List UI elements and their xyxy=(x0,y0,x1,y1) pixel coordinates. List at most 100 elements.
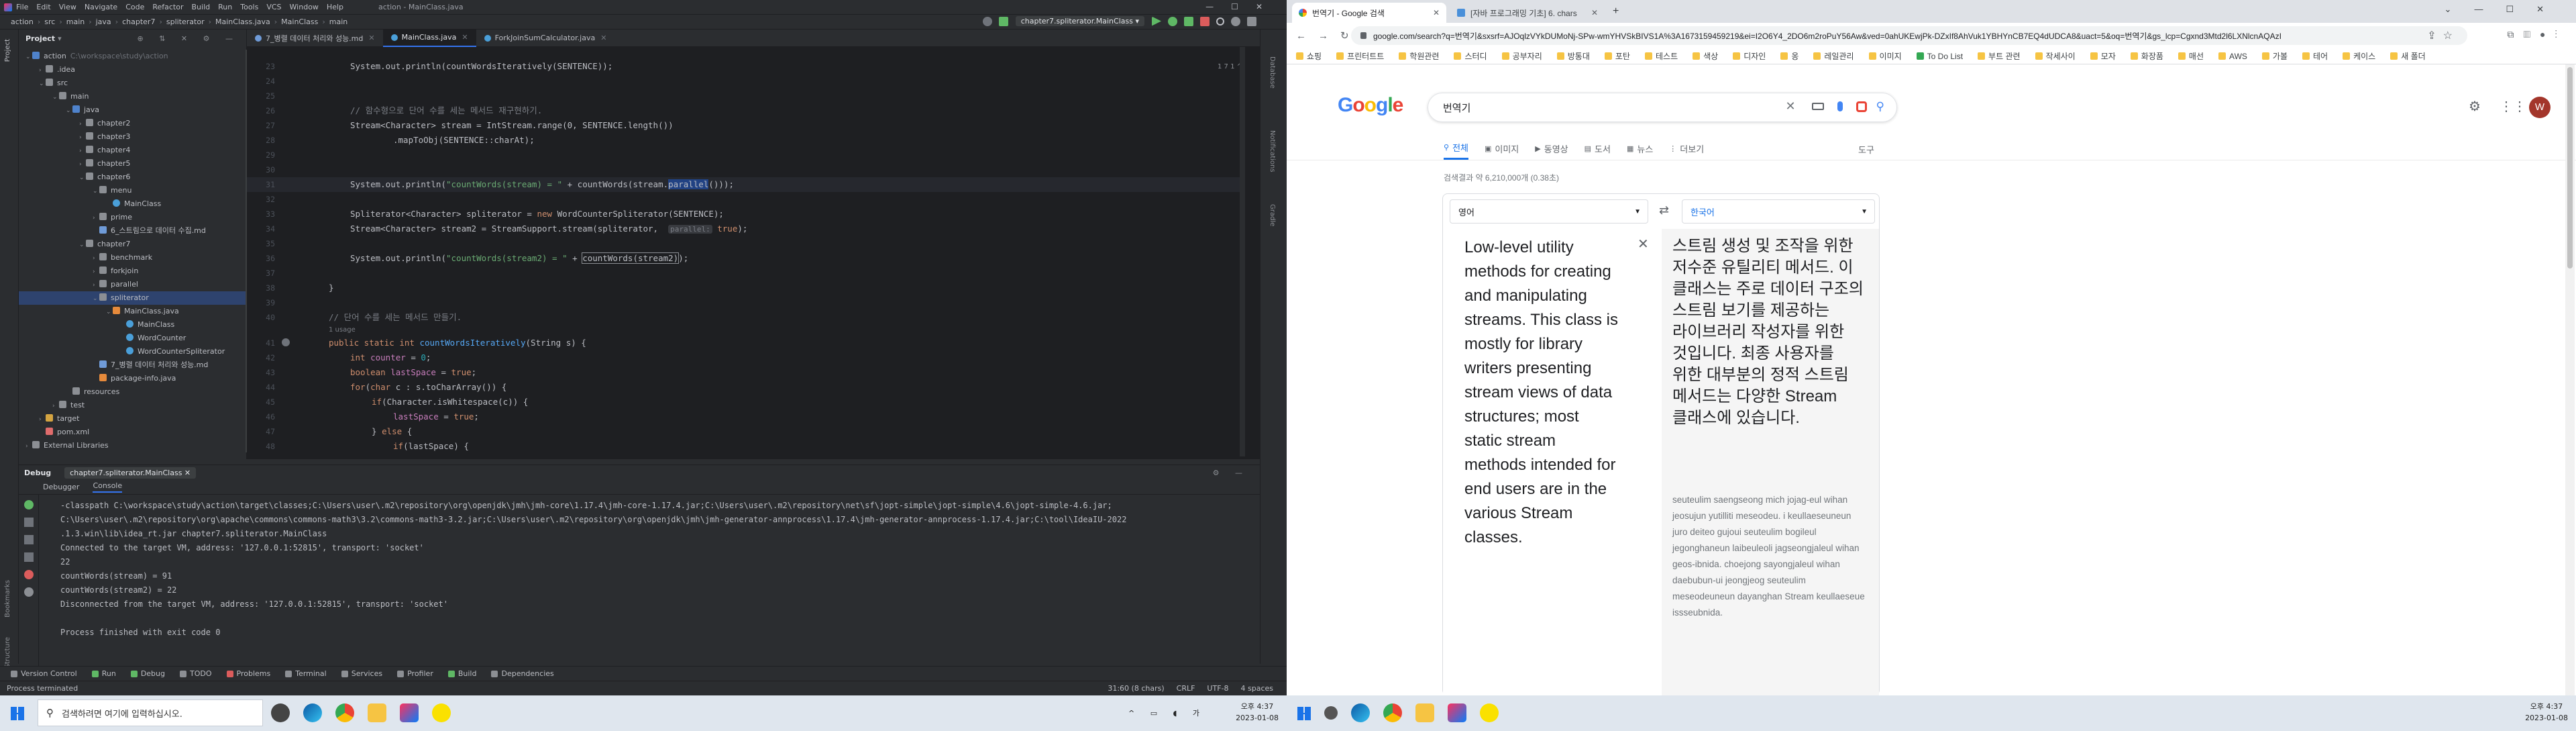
breadcrumb-item[interactable]: chapter7 xyxy=(122,17,155,26)
bookmark-item[interactable]: 스터디 xyxy=(1454,50,1487,62)
tree-item[interactable]: › .idea xyxy=(19,63,247,77)
pause-icon[interactable] xyxy=(24,552,34,562)
tree-item[interactable]: 7_병렬 데이터 처리와 성능.md xyxy=(19,358,247,372)
tool-window-profiler[interactable]: Profiler xyxy=(397,669,433,678)
explorer-icon[interactable] xyxy=(368,703,386,722)
search-tab[interactable]: ⋮ 더보기 xyxy=(1669,137,1704,160)
tree-item[interactable]: ⌄ chapter6 xyxy=(19,170,247,184)
bookmark-item[interactable]: 옹 xyxy=(1780,50,1799,62)
run-config-select[interactable]: chapter7.spliterator.MainClass ▾ xyxy=(1015,16,1144,26)
clock-left[interactable]: 오후 4:37 2023-01-08 xyxy=(1236,701,1279,724)
menu-navigate[interactable]: Navigate xyxy=(85,3,117,11)
status-item[interactable]: UTF-8 xyxy=(1207,684,1228,693)
editor-tab[interactable]: MainClass.java ✕ xyxy=(382,29,476,47)
tray-icons[interactable]: ^ ▭ ◖ 가 xyxy=(1128,708,1206,718)
mute-breakpoints-icon[interactable] xyxy=(24,587,34,597)
code-view[interactable]: 23 System.out.println(countWordsIterative… xyxy=(247,59,1260,459)
tree-item[interactable]: 6_스트림으로 데이터 수집.md xyxy=(19,224,247,238)
bookmark-item[interactable]: 쇼핑 xyxy=(1296,50,1322,62)
tool-window-todo[interactable]: TODO xyxy=(180,669,212,678)
tree-item[interactable]: › test xyxy=(19,399,247,412)
extensions-icon[interactable]: ⧉ xyxy=(2507,29,2523,40)
notifications-side-tab[interactable]: Notifications xyxy=(1269,130,1276,173)
chevron-right-icon[interactable]: › xyxy=(93,265,99,279)
breadcrumb-item[interactable]: MainClass.java xyxy=(215,17,270,26)
close-window-button[interactable]: ✕ xyxy=(1256,2,1280,11)
bookmark-item[interactable]: 케이스 xyxy=(2343,50,2375,62)
keyboard-icon[interactable] xyxy=(1811,103,1824,110)
breakpoints-icon[interactable] xyxy=(24,570,34,579)
close-window-button[interactable]: ✕ xyxy=(2536,4,2567,14)
stop-icon[interactable] xyxy=(1200,16,1210,26)
translated-text[interactable]: 스트림 생성 및 조작을 위한 저수준 유틸리티 메서드. 이 클래스는 주로 … xyxy=(1672,236,1867,429)
tree-item[interactable]: › prime xyxy=(19,211,247,224)
bookmark-item[interactable]: 모자 xyxy=(2090,50,2116,62)
tree-item[interactable]: › benchmark xyxy=(19,251,247,264)
tree-item[interactable]: MainClass xyxy=(19,318,247,332)
bookmark-item[interactable]: 테어 xyxy=(2302,50,2328,62)
close-tab-icon[interactable]: ✕ xyxy=(1433,8,1440,17)
menu-help[interactable]: Help xyxy=(327,3,343,11)
taskbar-search[interactable]: ⚲ 검색하려면 여기에 입력하십시오. xyxy=(38,699,263,726)
breadcrumb-item[interactable]: MainClass xyxy=(281,17,318,26)
tree-item[interactable]: ⌄ MainClass.java xyxy=(19,305,247,318)
settings-gear-icon[interactable]: ⚙ xyxy=(2469,98,2481,115)
swap-languages-icon[interactable]: ⇄ xyxy=(1659,203,1669,217)
menu-edit[interactable]: Edit xyxy=(36,3,50,11)
windows-start-icon[interactable] xyxy=(11,707,24,720)
structure-side-tab[interactable]: Structure xyxy=(4,637,11,669)
tab-search-icon[interactable]: ⌄ xyxy=(2445,4,2475,14)
forward-button[interactable]: → xyxy=(1318,30,1340,42)
editor-tab[interactable]: ForkJoinSumCalculator.java ✕ xyxy=(476,30,615,47)
tree-item[interactable]: › External Libraries xyxy=(19,439,247,452)
project-side-tab[interactable]: Project xyxy=(4,39,11,62)
minimize-button[interactable]: — xyxy=(1205,2,1231,11)
bookmark-item[interactable]: 작세사이 xyxy=(2035,50,2076,62)
stop-debug-icon[interactable] xyxy=(24,518,34,527)
search-tab[interactable]: ▦ 뉴스 xyxy=(1627,137,1653,160)
inspection-widget[interactable]: 1 7 1 ^ xyxy=(1218,63,1242,70)
menu-view[interactable]: View xyxy=(59,3,76,11)
google-logo[interactable]: Google xyxy=(1338,94,1403,117)
breadcrumb-item[interactable]: main xyxy=(66,17,85,26)
intellij-icon[interactable] xyxy=(400,703,419,722)
tree-item[interactable]: › forkjoin xyxy=(19,264,247,278)
debug-icon[interactable] xyxy=(1168,16,1177,26)
breakpoint-icon[interactable] xyxy=(282,338,290,346)
chevron-right-icon[interactable]: › xyxy=(39,413,46,426)
search-tab[interactable]: ▶ 동영상 xyxy=(1535,137,1568,160)
taskview-icon[interactable] xyxy=(271,703,290,722)
search-tab[interactable]: ▣ 이미지 xyxy=(1485,137,1519,160)
tree-item[interactable]: ⌄ menu xyxy=(19,184,247,197)
tool-window-run[interactable]: Run xyxy=(91,669,116,678)
bookmark-item[interactable]: 방통대 xyxy=(1556,50,1590,62)
coverage-icon[interactable] xyxy=(1184,16,1193,26)
tree-item[interactable]: MainClass xyxy=(19,197,247,211)
close-tab-icon[interactable]: ✕ xyxy=(462,33,468,42)
tree-item[interactable]: ⌄ main xyxy=(19,90,247,103)
tree-item[interactable]: package-info.java xyxy=(19,372,247,385)
gradle-side-tab[interactable]: Gradle xyxy=(1269,204,1276,226)
tree-item[interactable]: › parallel xyxy=(19,278,247,291)
menu-run[interactable]: Run xyxy=(218,3,232,11)
chevron-down-icon[interactable]: ⌄ xyxy=(93,292,99,305)
tree-item[interactable]: ⌄ java xyxy=(19,103,247,117)
explorer-icon[interactable] xyxy=(1415,703,1434,722)
debug-session-tab[interactable]: chapter7.spliterator.MainClass ✕ xyxy=(64,467,197,479)
voice-search-icon[interactable] xyxy=(1837,101,1843,111)
run-icon[interactable] xyxy=(1152,16,1161,26)
bookmark-item[interactable]: To Do List xyxy=(1916,52,1963,61)
search-box[interactable]: 번역기 ✕ ⚲ xyxy=(1428,93,1897,122)
apps-grid-icon[interactable]: ⋮⋮ xyxy=(2500,98,2526,115)
tab-java-blog[interactable]: [자바 프로그래밍 기초] 6. chars ✕ xyxy=(1450,3,1605,23)
resume-icon[interactable] xyxy=(24,535,34,544)
chevron-down-icon[interactable]: ⌄ xyxy=(79,171,86,185)
sidepanel-icon[interactable]: ▥ xyxy=(2523,29,2540,40)
search-input[interactable]: 번역기 xyxy=(1443,101,1470,115)
source-text[interactable]: Low-level utility methods for creating a… xyxy=(1464,236,1619,550)
ai-assistant-icon[interactable] xyxy=(1247,16,1256,26)
rerun-icon[interactable] xyxy=(24,500,34,509)
tool-window-build[interactable]: Build xyxy=(447,669,476,678)
profile-icon[interactable]: ● xyxy=(2540,29,2555,40)
tool-window-dependencies[interactable]: Dependencies xyxy=(491,669,554,678)
